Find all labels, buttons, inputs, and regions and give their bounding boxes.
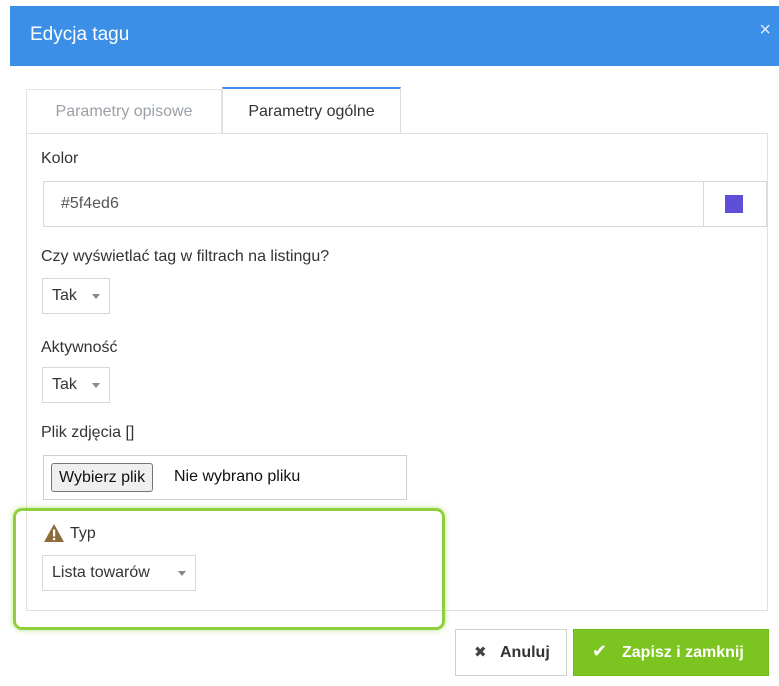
activity-value: Tak bbox=[52, 376, 77, 393]
activity-select[interactable]: Tak bbox=[42, 367, 110, 403]
tab-descriptive-params[interactable]: Parametry opisowe bbox=[26, 89, 222, 134]
color-value: #5f4ed6 bbox=[61, 195, 119, 212]
cancel-label: Anuluj bbox=[500, 644, 550, 661]
image-file-input[interactable]: Wybierz plik Nie wybrano pliku bbox=[43, 455, 407, 500]
close-icon: ✖ bbox=[474, 644, 487, 661]
chevron-down-icon bbox=[92, 383, 100, 388]
cancel-button[interactable]: ✖ Anuluj bbox=[455, 629, 567, 676]
file-status-text: Nie wybrano pliku bbox=[174, 468, 301, 485]
tab-general-params[interactable]: Parametry ogólne bbox=[222, 87, 401, 136]
color-field[interactable]: #5f4ed6 bbox=[43, 181, 767, 227]
show-in-filters-label: Czy wyświetlać tag w filtrach na listing… bbox=[41, 248, 330, 265]
chevron-down-icon bbox=[92, 294, 100, 299]
color-picker-button[interactable] bbox=[703, 182, 766, 226]
show-in-filters-value: Tak bbox=[52, 287, 77, 304]
choose-file-button[interactable]: Wybierz plik bbox=[51, 463, 154, 492]
close-icon[interactable]: × bbox=[759, 20, 771, 40]
activity-label: Aktywność bbox=[41, 339, 118, 356]
image-file-label: Plik zdjęcia [] bbox=[41, 424, 135, 441]
show-in-filters-select[interactable]: Tak bbox=[42, 278, 110, 314]
color-swatch bbox=[725, 195, 743, 213]
dialog-header: Edycja tagu × bbox=[10, 6, 779, 66]
check-icon: ✔ bbox=[592, 641, 608, 661]
color-label: Kolor bbox=[41, 150, 79, 167]
edit-tag-dialog: Edycja tagu × Parametry opisowe Parametr… bbox=[0, 0, 779, 686]
save-label: Zapisz i zamknij bbox=[622, 644, 744, 661]
save-and-close-button[interactable]: ✔ Zapisz i zamknij bbox=[573, 629, 769, 676]
dialog-title: Edycja tagu bbox=[30, 24, 130, 45]
type-highlight-box bbox=[13, 508, 445, 630]
